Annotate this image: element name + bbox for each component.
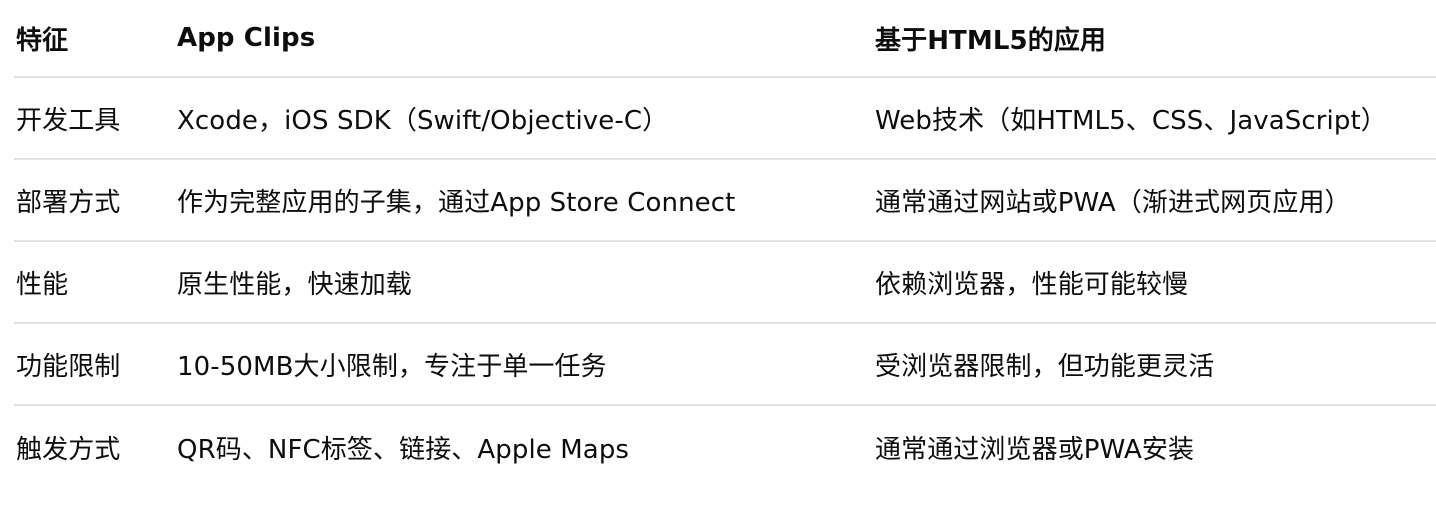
- row-html5-cell: 通常通过网站或PWA（渐进式网页应用）: [875, 187, 1351, 218]
- row-app-clips-cell: Xcode，iOS SDK（Swift/Objective-C）: [177, 105, 669, 136]
- row-feature-cell: 性能: [16, 269, 69, 300]
- table-header-row: 特征 App Clips 基于HTML5的应用: [14, 0, 1436, 78]
- row-app-clips-cell: 原生性能，快速加载: [177, 269, 412, 300]
- table-row: 部署方式 作为完整应用的子集，通过App Store Connect 通常通过网…: [14, 160, 1436, 242]
- row-app-clips-cell: 作为完整应用的子集，通过App Store Connect: [177, 187, 736, 218]
- row-html5-cell: 通常通过浏览器或PWA安装: [875, 434, 1195, 465]
- row-html5-cell: 受浏览器限制，但功能更灵活: [875, 351, 1215, 382]
- comparison-table: 特征 App Clips 基于HTML5的应用 开发工具 Xcode，iOS S…: [14, 0, 1436, 488]
- row-feature-cell: 开发工具: [16, 105, 121, 136]
- header-app-clips: App Clips: [177, 23, 316, 53]
- table-row: 性能 原生性能，快速加载 依赖浏览器，性能可能较慢: [14, 242, 1436, 324]
- row-feature-cell: 功能限制: [16, 351, 121, 382]
- row-html5-cell: Web技术（如HTML5、CSS、JavaScript）: [875, 105, 1387, 136]
- row-app-clips-cell: QR码、NFC标签、链接、Apple Maps: [177, 434, 630, 465]
- row-html5-cell: 依赖浏览器，性能可能较慢: [875, 269, 1189, 300]
- header-html5-apps: 基于HTML5的应用: [875, 25, 1107, 56]
- table-row: 开发工具 Xcode，iOS SDK（Swift/Objective-C） We…: [14, 78, 1436, 160]
- row-feature-cell: 触发方式: [16, 434, 121, 465]
- table-row: 功能限制 10-50MB大小限制，专注于单一任务 受浏览器限制，但功能更灵活: [14, 324, 1436, 406]
- row-feature-cell: 部署方式: [16, 187, 121, 218]
- header-feature: 特征: [16, 25, 69, 56]
- table-row: 触发方式 QR码、NFC标签、链接、Apple Maps 通常通过浏览器或PWA…: [14, 406, 1436, 488]
- row-app-clips-cell: 10-50MB大小限制，专注于单一任务: [177, 351, 607, 382]
